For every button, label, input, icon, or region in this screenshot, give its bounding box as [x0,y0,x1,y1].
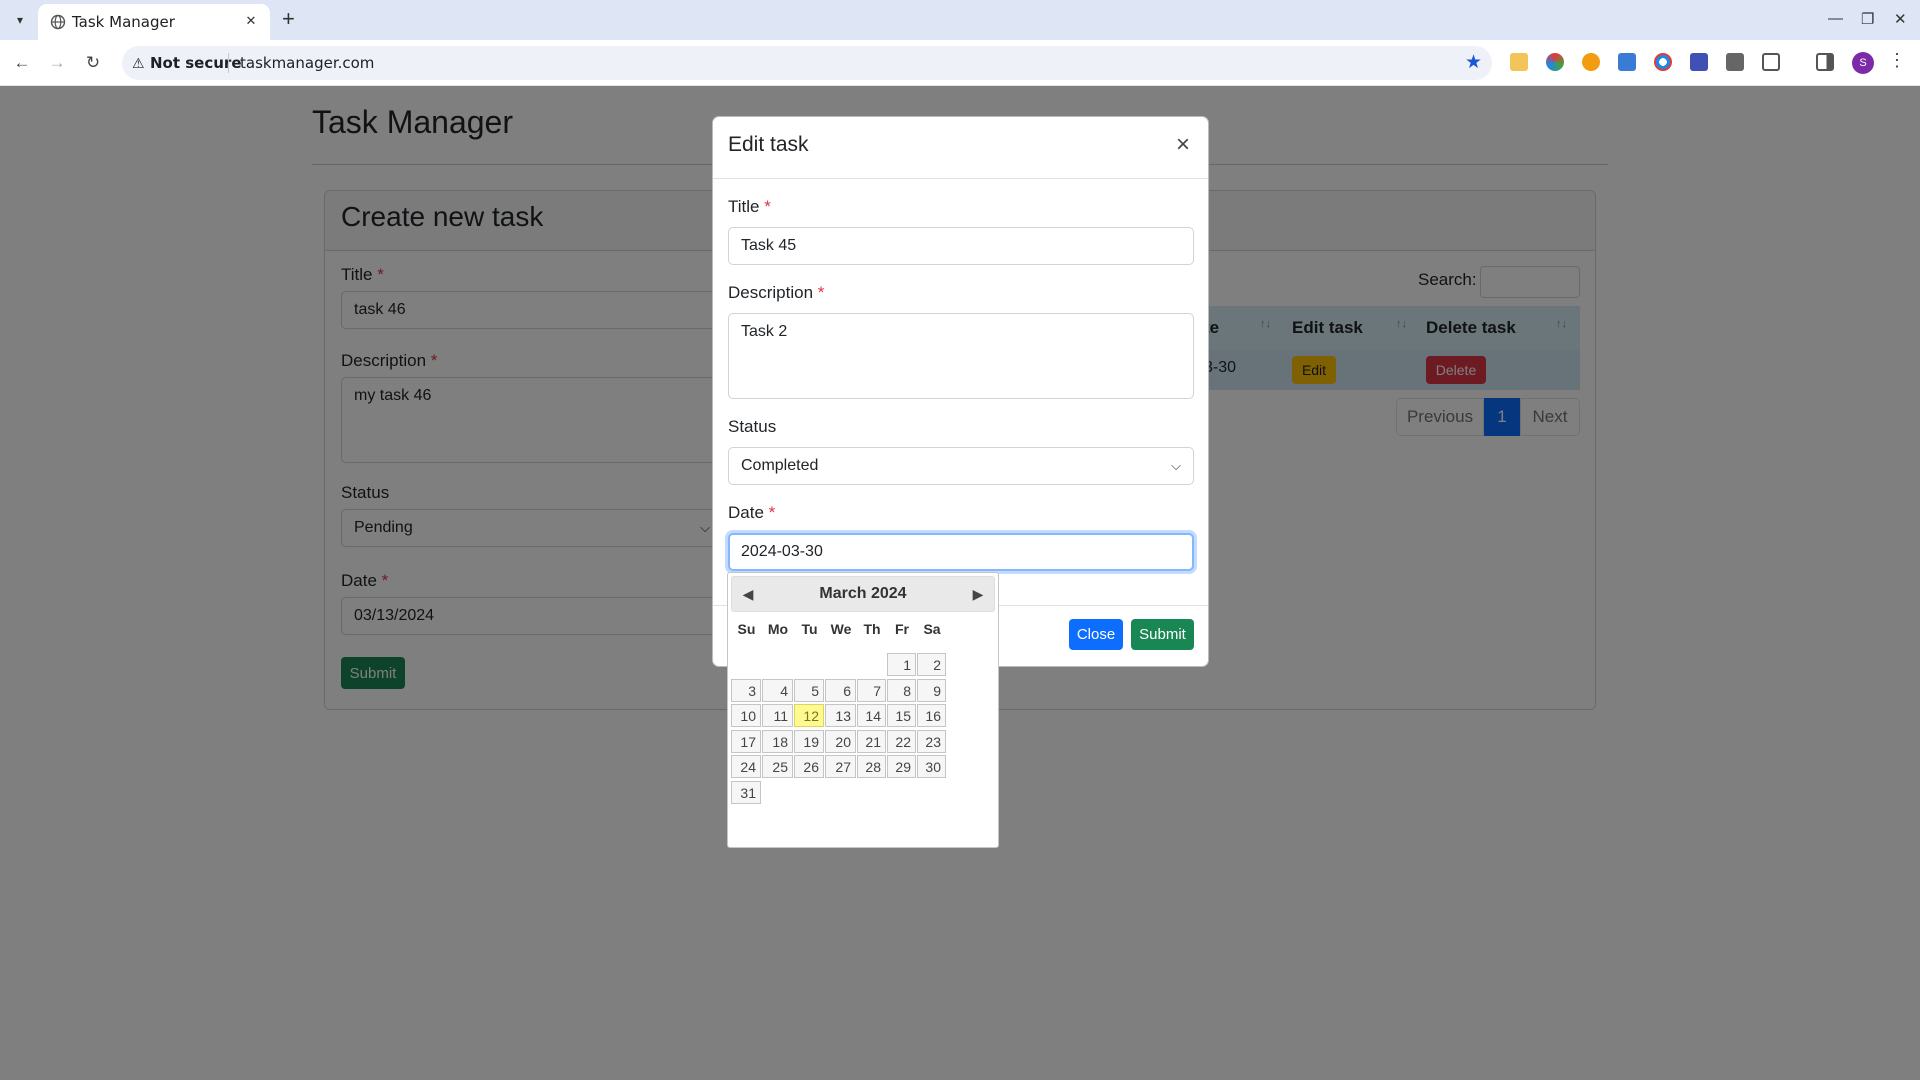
back-arrow-icon[interactable]: ← [10,51,34,75]
day-cell[interactable]: 13 [825,704,856,727]
day-cell[interactable]: 16 [917,704,946,727]
day-cell[interactable]: 20 [825,729,856,753]
modal-title: Edit task [728,133,809,156]
close-icon[interactable]: × [1170,132,1196,158]
tab-title: Task Manager [72,13,175,31]
status-select[interactable]: Completed ⌵ [728,447,1194,485]
day-cell[interactable]: 1 [887,653,916,676]
extension-f-icon[interactable] [1618,53,1636,71]
weekday-tu: Tu [801,621,818,637]
weekday-header: Su Mo Tu We Th Fr Sa [731,621,995,641]
profile-avatar[interactable]: S [1852,52,1874,74]
day-cell[interactable]: 17 [731,729,761,753]
day-cell[interactable]: 24 [731,755,761,778]
day-cell[interactable]: 6 [825,678,856,702]
browser-tab[interactable]: Task Manager ✕ [38,4,270,40]
weekday-we: We [830,621,852,637]
chevron-down-icon: ⌵ [1171,458,1181,473]
weekday-th: Th [863,621,881,637]
day-cell[interactable]: 8 [887,678,916,702]
day-cell[interactable]: 21 [857,729,886,753]
submit-button[interactable]: Submit [1131,619,1194,650]
close-window-icon[interactable]: ✕ [1894,10,1907,28]
side-panel-icon[interactable] [1816,53,1834,71]
tab-close-icon[interactable]: ✕ [242,12,260,30]
day-cell[interactable]: 11 [762,704,793,727]
day-cell[interactable]: 26 [794,755,824,778]
day-cell[interactable]: 23 [917,729,946,753]
new-tab-plus-icon[interactable]: + [282,7,295,31]
modal-header: Edit task × [713,117,1208,179]
extension-color-wheel-icon[interactable] [1546,53,1564,71]
browser-tab-bar: ▾ Task Manager ✕ + — ❐ ✕ [0,0,1920,40]
title-input[interactable]: Task 45 [728,227,1194,265]
day-cell[interactable]: 27 [825,755,856,778]
close-button[interactable]: Close [1069,619,1123,650]
weekday-fr: Fr [895,621,909,637]
status-select-value: Completed [741,457,819,474]
status-label: Status [728,417,777,436]
weekday-mo: Mo [767,621,789,637]
day-cell[interactable]: 25 [762,755,793,778]
date-input[interactable]: 2024-03-30 [728,533,1194,571]
extension-pencil-icon[interactable] [1510,53,1528,71]
day-cell[interactable]: 4 [762,678,793,702]
day-cell[interactable]: 29 [887,755,916,778]
url-text[interactable]: taskmanager.com [240,54,374,72]
globe-icon [50,14,66,30]
day-cell[interactable]: 30 [917,755,946,778]
day-cell[interactable]: 31 [731,780,761,804]
tab-search-chevron-icon[interactable]: ▾ [10,10,30,30]
forward-arrow-icon[interactable]: → [45,51,69,75]
day-cell[interactable]: 5 [794,678,824,702]
title-label: Title * [728,197,771,216]
browser-toolbar: ← → ↻ ⚠ Not secure taskmanager.com ★ S ⋮ [0,40,1920,86]
description-label: Description * [728,283,825,302]
reload-icon[interactable]: ↻ [81,51,105,75]
day-cell[interactable]: 7 [857,678,886,702]
address-bar[interactable]: ⚠ Not secure taskmanager.com ★ [122,46,1492,80]
day-cell[interactable]: 15 [887,704,916,727]
extension-gear-icon[interactable] [1582,53,1600,71]
extension-grid-icon[interactable] [1726,53,1744,71]
day-cell[interactable]: 18 [762,729,793,753]
day-cell[interactable]: 19 [794,729,824,753]
next-month-icon[interactable]: ▶ [968,584,988,604]
warning-triangle-icon[interactable]: ⚠ [132,55,145,72]
bookmark-star-icon[interactable]: ★ [1465,51,1482,74]
extension-chrome-icon[interactable] [1654,53,1672,71]
day-cell[interactable]: 9 [917,678,946,702]
day-cell[interactable]: 14 [857,704,886,727]
day-cell[interactable]: 12 [794,704,824,727]
day-cell[interactable]: 3 [731,678,761,702]
day-cell[interactable]: 2 [917,653,946,676]
day-cell[interactable]: 10 [731,704,761,727]
extension-window-icon[interactable] [1690,53,1708,71]
datepicker-month-title: March 2024 [819,585,907,602]
datepicker-header: ◀ March 2024 ▶ [731,576,995,612]
minimize-icon[interactable]: — [1828,10,1843,27]
description-textarea[interactable]: Task 2 [728,313,1194,399]
restore-icon[interactable]: ❐ [1861,10,1874,28]
weekday-su: Su [737,621,756,637]
url-divider [228,53,229,73]
day-cell[interactable]: 28 [857,755,886,778]
more-menu-icon[interactable]: ⋮ [1888,50,1906,71]
weekday-sa: Sa [923,621,941,637]
date-label: Date * [728,503,776,522]
day-cell[interactable]: 22 [887,729,916,753]
extensions-puzzle-icon[interactable] [1762,53,1780,71]
datepicker: ◀ March 2024 ▶ Su Mo Tu We Th Fr Sa 1234567891… [727,572,999,848]
